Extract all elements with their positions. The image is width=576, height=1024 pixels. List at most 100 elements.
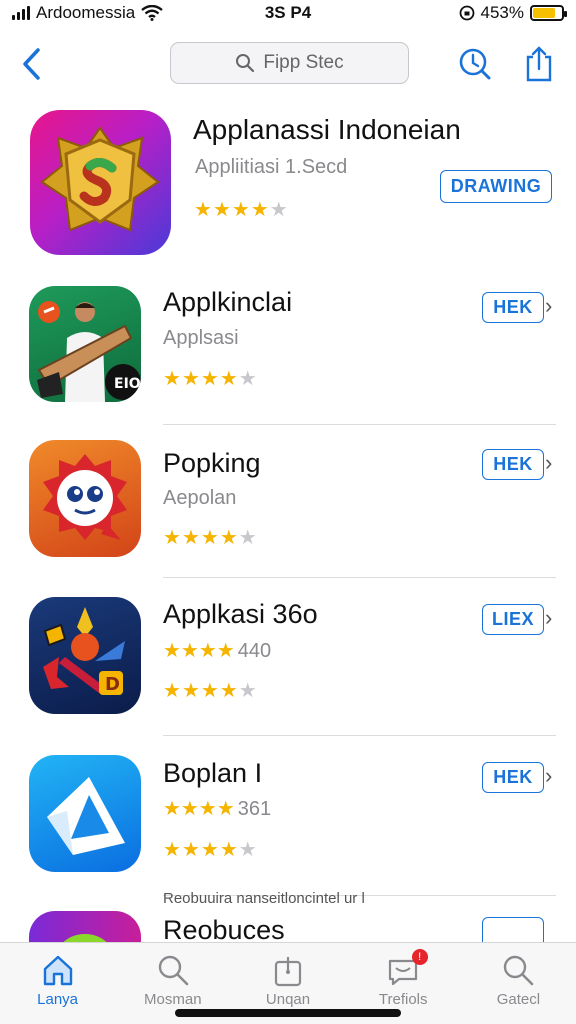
- star-empty-icon: ★: [269, 199, 288, 221]
- person-icon: EIO: [37, 301, 141, 402]
- app-title-4: Boplan I: [163, 758, 263, 788]
- app-row-2[interactable]: Popking Aepolan ★ ★ ★ ★ ★ HEK ›: [0, 430, 576, 580]
- star-filled-icon: ★: [181, 527, 200, 549]
- home-icon: [43, 955, 72, 986]
- star-empty-icon: ★: [238, 680, 257, 702]
- featured-app-subtitle: Appliitiasi 1.Secd: [195, 156, 348, 178]
- app-icon-1: EIO: [29, 286, 141, 402]
- search-input[interactable]: Fipp Stec: [170, 42, 409, 84]
- history-button[interactable]: [455, 44, 495, 84]
- battery-fill: [533, 8, 556, 18]
- app-rating-small-4: ★★★★ 361: [163, 798, 272, 820]
- get-button-5[interactable]: [482, 917, 544, 945]
- app-row-3[interactable]: D Applkasi 36o ★★★★ 440 ★ ★ ★ ★ ★ LIEX ›: [0, 585, 576, 736]
- notification-badge: !: [411, 949, 428, 965]
- star-empty-icon: ★: [238, 527, 257, 549]
- divider: [163, 424, 556, 425]
- featured-app-title: Applanassi Indoneian: [193, 114, 461, 145]
- status-bar: Ardoomessia 3S P4 453%: [0, 0, 576, 26]
- star-filled-icon: ★: [163, 527, 181, 549]
- tab-label: Unqan: [265, 991, 311, 1008]
- tab-label: Gatecl: [496, 991, 541, 1008]
- game-pieces-icon: D: [43, 607, 125, 695]
- featured-app[interactable]: Applanassi Indoneian Appliitiasi 1.Secd …: [0, 100, 576, 265]
- star-filled-icon: ★: [181, 839, 200, 861]
- ring-icon: [60, 934, 110, 945]
- star-empty-icon: ★: [238, 368, 257, 390]
- app-rating-2: ★ ★ ★ ★ ★: [163, 528, 257, 548]
- app-title-5: Reobuces: [163, 915, 285, 945]
- star-filled-icon: ★: [181, 680, 200, 702]
- triangle-logo-icon: [47, 777, 125, 855]
- get-button-3[interactable]: LIEX: [482, 604, 544, 635]
- app-rating-4: ★ ★ ★ ★ ★: [163, 840, 257, 860]
- app-title-2: Popking: [163, 448, 261, 478]
- star-filled-icon: ★: [219, 527, 238, 549]
- back-button[interactable]: [16, 44, 46, 84]
- star-filled-icon: ★: [212, 199, 231, 221]
- star-filled-icon: ★: [219, 368, 238, 390]
- get-button-4[interactable]: HEK: [482, 762, 544, 793]
- star-filled-icon: ★: [219, 680, 238, 702]
- app-icon-3: D: [29, 597, 141, 714]
- clock-search-icon: [459, 48, 491, 80]
- search-placeholder: Fipp Stec: [263, 52, 344, 73]
- star-filled-icon: ★: [250, 199, 269, 221]
- featured-app-icon: [30, 110, 171, 255]
- featured-app-rating: ★ ★ ★ ★ ★: [194, 200, 288, 220]
- app-subtitle-1: Applsasi: [163, 327, 239, 349]
- signal-icon: [12, 6, 30, 20]
- get-button-2[interactable]: HEK: [482, 449, 544, 480]
- divider: [163, 577, 556, 578]
- carrier-name: Ardoomessia: [36, 3, 136, 22]
- star-filled-icon: ★: [200, 839, 219, 861]
- status-right: 453%: [459, 3, 567, 23]
- star-filled-icon: ★: [163, 368, 181, 390]
- chevron-right-icon: ›: [545, 605, 553, 630]
- star-filled-icon: ★: [200, 680, 219, 702]
- star-filled-icon: ★: [219, 839, 238, 861]
- star-filled-icon: ★: [163, 680, 181, 702]
- get-button-1[interactable]: HEK: [482, 292, 544, 323]
- svg-text:EIO: EIO: [114, 376, 141, 392]
- tab-label: Lanya: [37, 991, 79, 1008]
- star-empty-icon: ★: [238, 839, 257, 861]
- featured-get-button[interactable]: DRAWING: [440, 170, 552, 203]
- rating-count-3: 440: [237, 640, 272, 662]
- search-icon: [236, 54, 255, 73]
- app-icon-2: [29, 440, 141, 557]
- search-icon: [504, 955, 534, 986]
- app-icon-4: [29, 755, 141, 872]
- shield-icon: [40, 126, 160, 232]
- chevron-right-icon: ›: [545, 763, 553, 788]
- tab-label: Mosman: [144, 991, 202, 1008]
- app-icon-5: [29, 911, 141, 945]
- app-subtitle-2: Aepolan: [163, 487, 237, 509]
- bag-icon: [274, 957, 302, 987]
- tab-gatecl[interactable]: Gatecl: [461, 943, 576, 1024]
- tab-label: Trefiols: [378, 991, 428, 1008]
- wifi-icon: [141, 5, 163, 21]
- mascot-icon: [43, 454, 127, 540]
- svg-text:D: D: [105, 674, 120, 695]
- app-row-4[interactable]: Boplan I ★★★★ 361 ★ ★ ★ ★ ★ HEK ›: [0, 745, 576, 896]
- app-rating-small-3: ★★★★ 440: [163, 640, 272, 662]
- app-rating-1: ★ ★ ★ ★ ★: [163, 369, 257, 389]
- app-title-3: Applkasi 36o: [163, 599, 318, 629]
- star-filled-icon: ★: [163, 839, 181, 861]
- app-rating-3: ★ ★ ★ ★ ★: [163, 681, 257, 701]
- star-filled-icon: ★: [181, 368, 200, 390]
- star-filled-icon: ★: [231, 199, 250, 221]
- status-left: Ardoomessia: [12, 3, 163, 23]
- app-row-1[interactable]: EIO Applkinclai Applsasi ★ ★ ★ ★ ★ HEK ›: [0, 275, 576, 425]
- nav-bar: Fipp Stec: [0, 36, 576, 92]
- battery-icon: [530, 5, 567, 21]
- divider: [163, 735, 556, 736]
- rating-count-4: 361: [237, 798, 272, 820]
- app-row-5[interactable]: Reobuces: [0, 905, 576, 945]
- chevron-left-icon: [23, 48, 40, 80]
- tab-lanya[interactable]: Lanya: [0, 943, 115, 1024]
- app-title-1: Applkinclai: [163, 287, 293, 317]
- star-filled-icon: ★: [200, 368, 219, 390]
- share-button[interactable]: [519, 44, 559, 84]
